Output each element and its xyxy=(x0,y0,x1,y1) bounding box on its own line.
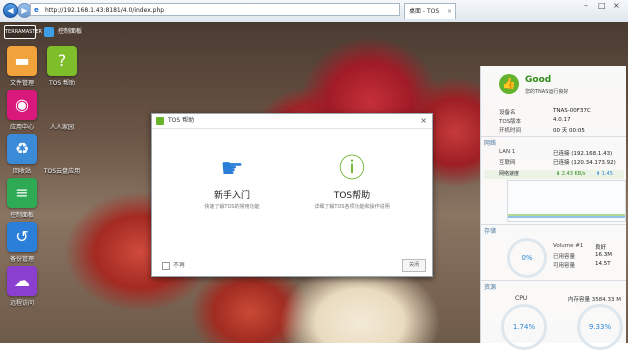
terramaster-logo: TERRAMASTER xyxy=(4,25,42,39)
control-panel-label: 控制面板 xyxy=(58,28,83,35)
maximize-icon[interactable]: □ xyxy=(598,1,606,10)
desktop-icon-control-panel[interactable]: ≡ 控制面板 xyxy=(0,178,44,219)
cpu-label: CPU xyxy=(515,295,528,302)
control-panel-icon xyxy=(44,27,54,37)
network-graph xyxy=(507,180,626,222)
storage-percent: 0% xyxy=(521,254,533,262)
app-center-icon: ◉ xyxy=(7,90,37,120)
thumbs-up-icon: 👍 xyxy=(499,74,519,94)
help-icon: ? xyxy=(47,46,77,76)
health-status: Good xyxy=(525,75,552,85)
option-subtitle: 详细了解TOS各项功能和操作说明 xyxy=(314,204,390,210)
ie-icon: e xyxy=(34,6,39,14)
tab-title: 桌面 - TOS xyxy=(409,8,440,15)
browser-tab[interactable]: 桌面 - TOS × xyxy=(404,3,456,19)
sliders-icon: ≡ xyxy=(7,178,37,208)
dialog-titlebar: TOS 帮助 × xyxy=(152,114,432,129)
folder-icon: ▬ xyxy=(7,46,37,76)
resource-section-title: 资源 xyxy=(484,284,497,291)
option-subtitle: 快速了解TOS的常用功能 xyxy=(204,204,260,210)
option-title: TOS帮助 xyxy=(333,191,371,201)
address-url: http://192.168.1.43:8181/4.0/index.php xyxy=(45,7,165,14)
download-speed: ⬇ 2.43 KB/s xyxy=(556,171,586,177)
desktop-icon-label: 人人家园 xyxy=(49,124,74,131)
desktop-icon-cloud-app[interactable]: TOS云盘应用 xyxy=(40,134,84,175)
desktop-icon-recycle-bin[interactable]: ♻ 回收站 xyxy=(0,134,44,175)
backup-icon: ↺ xyxy=(7,222,37,252)
home-icon xyxy=(47,90,77,120)
storage-usage-ring: 0% xyxy=(507,238,547,278)
desktop-icon-label: 回收站 xyxy=(12,168,31,175)
window-close-icon[interactable]: × xyxy=(613,1,620,10)
dont-show-checkbox[interactable]: 不再 xyxy=(162,260,185,270)
desktop-icon-backup[interactable]: ↺ 备份管理 xyxy=(0,222,44,263)
desktop-icon-label: 文件管理 xyxy=(9,80,34,87)
dialog-title: TOS 帮助 xyxy=(168,117,195,124)
desktop-icon-label: 远程访问 xyxy=(9,300,34,307)
system-status-panel: 👍 Good 您的TNAS运行良好 设备名 TNAS-00F37C TOS版本 4.… xyxy=(480,66,626,350)
checkbox[interactable] xyxy=(162,261,170,270)
recycle-icon: ♻ xyxy=(7,134,37,164)
checkbox-label: 不再 xyxy=(173,262,186,269)
info-icon: ⓘ xyxy=(338,154,365,184)
minimize-icon[interactable]: – xyxy=(584,1,588,10)
memory-percent: 9.33% xyxy=(588,323,612,331)
memory-label: 内存容量 3584.33 M xyxy=(568,297,621,303)
desktop-icon-home[interactable]: 人人家园 xyxy=(40,90,84,131)
network-speed-row: 网络速度 ⬇ 2.43 KB/s ⬆ 1.45 KB/s xyxy=(484,170,624,186)
desktop-icon-tos-help[interactable]: ? TOS 帮助 xyxy=(40,46,84,87)
tab-close-icon[interactable]: × xyxy=(447,4,452,19)
desktop-icon-app-center[interactable]: ◉ 应用中心 xyxy=(0,90,44,131)
desktop-icon-label: 应用中心 xyxy=(9,124,34,131)
network-section-title: 网络 xyxy=(484,140,497,147)
desktop-icon-file-manager[interactable]: ▬ 文件管理 xyxy=(0,46,44,87)
storage-section-title: 存储 xyxy=(484,228,497,235)
cloud-icon: ☁ xyxy=(7,266,37,296)
cpu-percent: 1.74% xyxy=(512,323,536,331)
desktop-icon-label: 备份管理 xyxy=(9,256,34,263)
getting-started-option[interactable]: ☛ 新手入门 快速了解TOS的常用功能 xyxy=(177,152,287,210)
health-description: 您的TNAS运行良好 xyxy=(525,89,569,95)
tos-help-option[interactable]: ⓘ TOS帮助 详细了解TOS各项功能和操作说明 xyxy=(297,152,407,210)
speed-label: 网络速度 xyxy=(499,171,520,177)
desktop-icon-label: TOS 帮助 xyxy=(48,80,76,87)
tos-help-dialog: TOS 帮助 × ☛ 新手入门 快速了解TOS的常用功能 ⓘ TOS帮助 详细了… xyxy=(151,113,433,277)
desktop-icon-label: TOS云盘应用 xyxy=(43,168,81,175)
memory-usage-ring: 9.33% xyxy=(577,304,623,350)
tos-help-icon xyxy=(156,117,164,125)
browser-toolbar: ◀ ▶ e http://192.168.1.43:8181/4.0/index… xyxy=(0,0,628,23)
address-bar[interactable]: e http://192.168.1.43:8181/4.0/index.php xyxy=(30,3,400,16)
taskbar-control-panel[interactable]: 控制面板 xyxy=(44,25,82,39)
dialog-close-icon[interactable]: × xyxy=(420,114,427,128)
cpu-usage-ring: 1.74% xyxy=(501,304,547,350)
health-summary: 👍 Good 您的TNAS运行良好 xyxy=(481,66,626,102)
back-icon[interactable]: ◀ xyxy=(3,3,18,18)
option-title: 新手入门 xyxy=(213,191,250,201)
desktop-icon-label: 控制面板 xyxy=(9,212,34,219)
desktop-icon-remote-access[interactable]: ☁ 远程访问 xyxy=(0,266,44,307)
close-button[interactable]: 关闭 xyxy=(402,259,426,272)
cloud-app-icon xyxy=(47,134,77,164)
pointing-hand-icon: ☛ xyxy=(220,154,244,184)
